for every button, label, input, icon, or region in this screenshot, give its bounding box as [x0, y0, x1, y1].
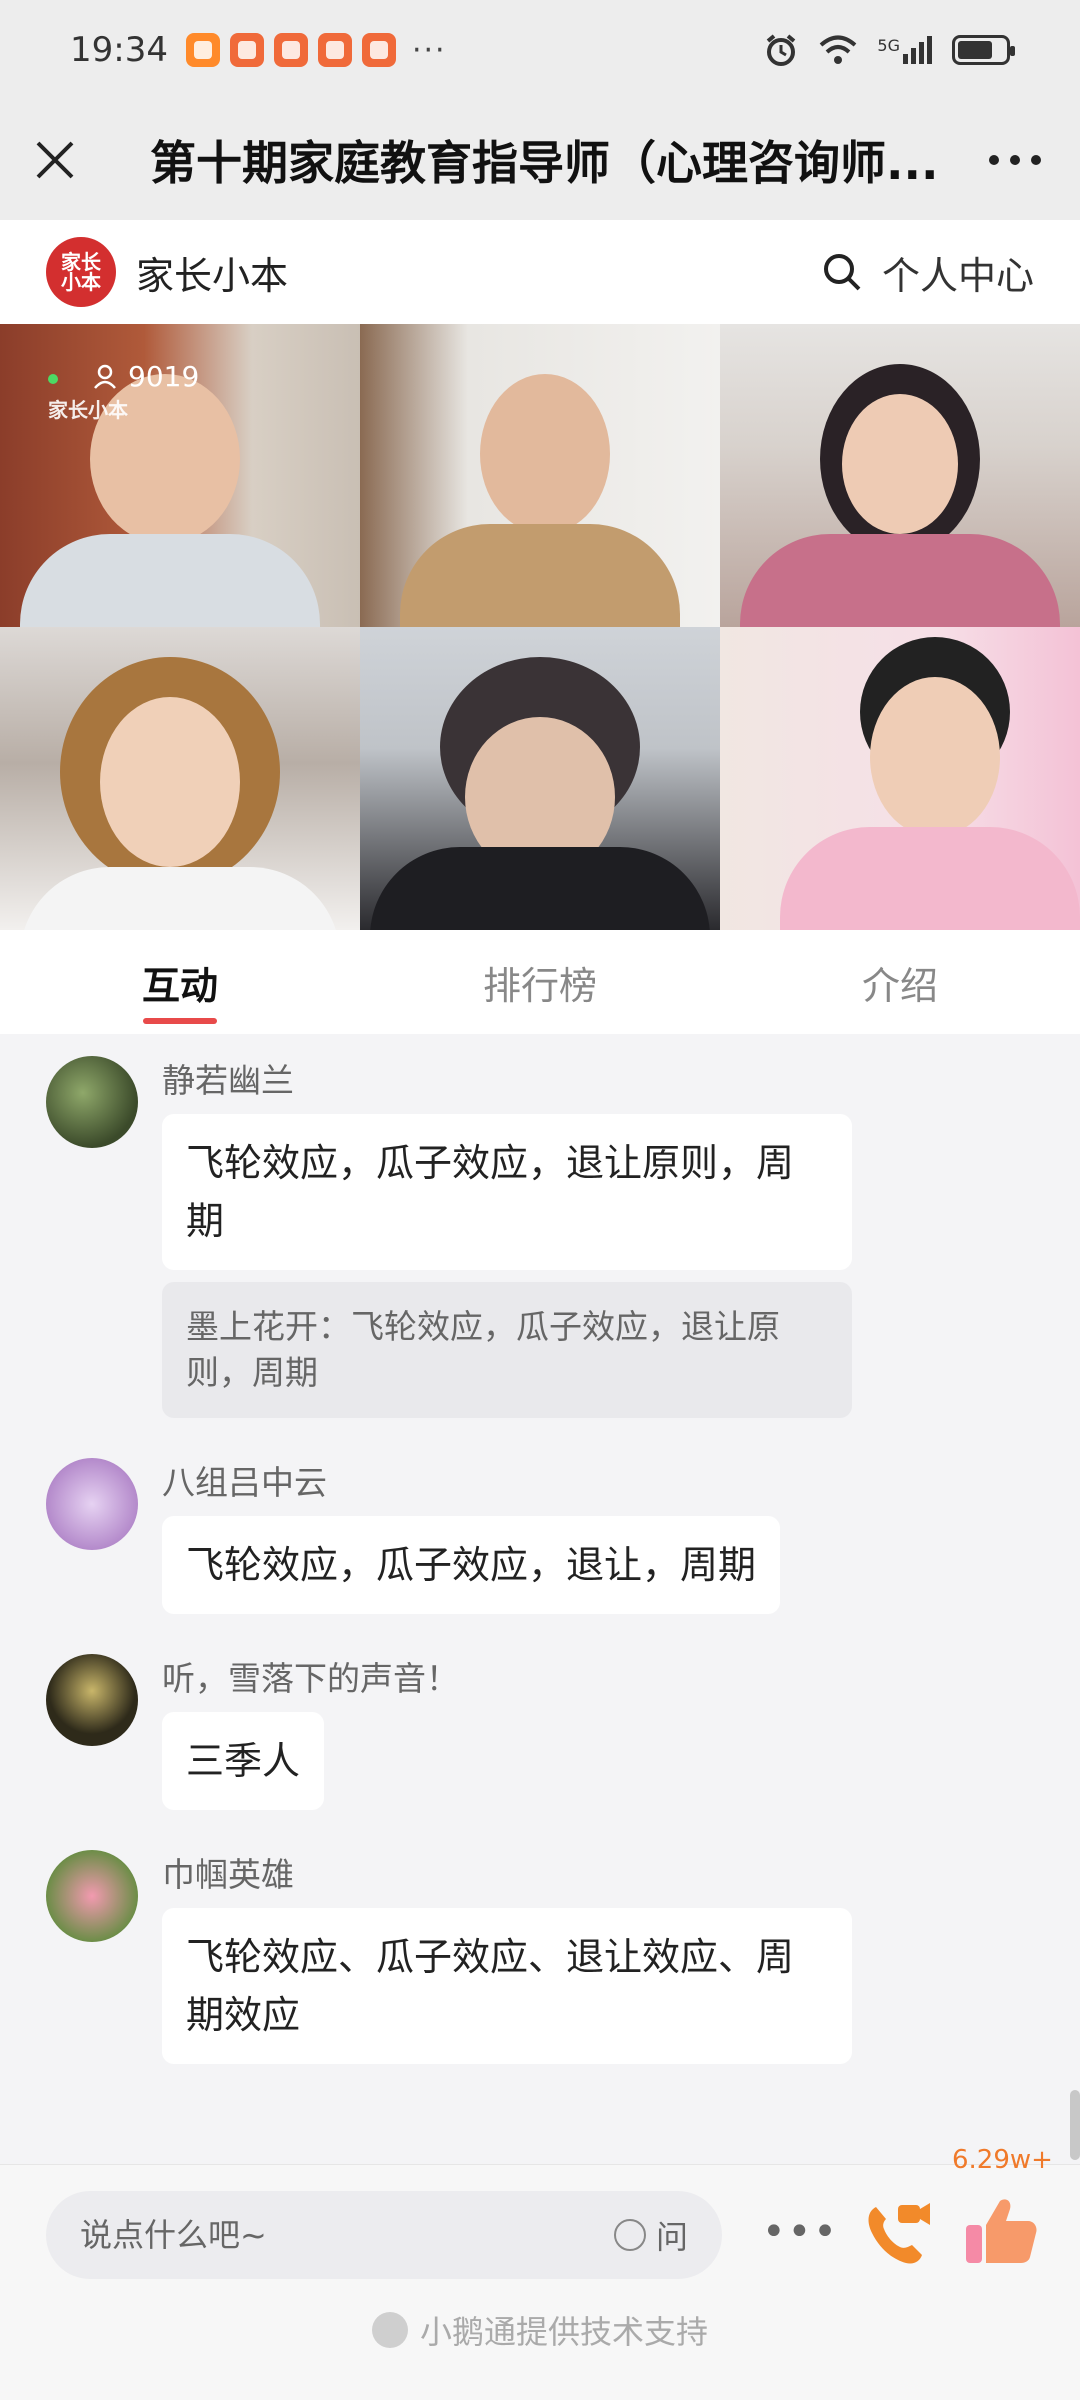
participant-body	[780, 827, 1080, 930]
xiaoetong-logo-icon	[371, 2312, 408, 2348]
video-grid[interactable]: 9019 家长小本	[0, 324, 1080, 930]
status-right: 5G	[763, 32, 1015, 68]
app-notification-icon	[229, 33, 264, 67]
quoted-message: 墨上花开：飞轮效应，瓜子效应，退让原则，周期	[162, 1282, 852, 1418]
battery-icon	[952, 35, 1015, 65]
video-tile-participant[interactable]	[720, 627, 1080, 930]
chat-message: 巾帼英雄 飞轮效应、瓜子效应、退让效应、周期效应	[0, 1850, 1080, 2064]
shield-app-icon	[185, 33, 220, 67]
status-time: 19:34	[70, 30, 168, 70]
sender-name: 巾帼英雄	[162, 1855, 294, 1894]
video-tile-participant[interactable]	[0, 627, 360, 930]
close-icon	[36, 141, 74, 179]
notification-icons: ···	[185, 32, 447, 68]
sender-name: 听，雪落下的声音！	[162, 1659, 459, 1698]
network-type-label: 5G	[877, 36, 900, 55]
comment-input-box[interactable]: 问	[46, 2191, 722, 2279]
tab-introduction[interactable]: 介绍	[720, 930, 1080, 1034]
wifi-icon	[820, 35, 857, 64]
brand-name[interactable]: 家长小本	[136, 245, 288, 300]
powered-by: 小鹅通提供技术支持	[0, 2307, 1080, 2353]
video-tile-host[interactable]: 9019 家长小本	[0, 324, 360, 627]
bottom-bar: 问 ••• 6.29w+ 小鹅通提供技术支持	[0, 2145, 1080, 2400]
close-button[interactable]	[0, 100, 110, 220]
video-tile-participant[interactable]	[360, 627, 720, 930]
more-actions-button[interactable]: •••	[762, 2209, 839, 2255]
participant-body	[740, 534, 1060, 627]
alarm-icon	[767, 34, 796, 66]
tab-bar: 互动 排行榜 介绍	[0, 930, 1080, 1034]
app-notification-icon	[273, 33, 308, 67]
signal-icon: 5G	[877, 36, 932, 64]
thumbs-up-icon[interactable]	[960, 2191, 1040, 2271]
chat-message: 静若幽兰 飞轮效应，瓜子效应，退让原则，周期 墨上花开：飞轮效应，瓜子效应，退让…	[0, 1056, 1080, 1418]
viewer-count-badge: 9019	[42, 360, 199, 393]
more-icon	[989, 155, 1041, 165]
like-count: 6.29w+	[952, 2145, 1053, 2175]
chat-list[interactable]: 静若幽兰 飞轮效应，瓜子效应，退让原则，周期 墨上花开：飞轮效应，瓜子效应，退让…	[0, 1034, 1080, 2164]
chat-message: 八组吕中云 飞轮效应，瓜子效应，退让，周期	[0, 1458, 1080, 1614]
participant-body	[400, 524, 680, 627]
powered-by-text: 小鹅通提供技术支持	[419, 2313, 708, 2351]
ask-label: 问	[655, 2218, 688, 2256]
avatar[interactable]	[46, 1654, 138, 1746]
participant-face	[100, 697, 240, 867]
brand-logo-text: 家长小本	[61, 250, 101, 294]
participant-body	[20, 534, 320, 627]
sender-name: 静若幽兰	[162, 1061, 294, 1100]
video-tile-participant[interactable]	[360, 324, 720, 627]
avatar[interactable]	[46, 1458, 138, 1550]
message-bubble: 飞轮效应，瓜子效应，退让原则，周期	[162, 1114, 852, 1270]
video-watermark: 家长小本	[48, 398, 128, 422]
search-icon[interactable]	[822, 252, 862, 292]
video-call-icon[interactable]	[858, 2197, 934, 2273]
video-tile-participant[interactable]	[720, 324, 1080, 627]
chat-message: 听，雪落下的声音！ 三季人	[0, 1654, 1080, 1810]
brand-actions: 个人中心	[822, 245, 1034, 300]
ask-question-toggle[interactable]: 问	[613, 2212, 688, 2258]
participant-body	[370, 847, 710, 930]
comment-input[interactable]	[80, 2216, 560, 2254]
message-bubble: 飞轮效应，瓜子效应，退让，周期	[162, 1516, 781, 1614]
status-bar: 19:34 ··· 5G	[0, 0, 1080, 100]
app-notification-icon	[361, 33, 396, 67]
tab-interaction[interactable]: 互动	[0, 930, 360, 1034]
viewer-count: 9019	[128, 360, 200, 393]
participant-body	[20, 867, 340, 930]
scrollbar[interactable]	[1070, 2090, 1080, 2160]
brand-bar: 家长小本 家长小本 个人中心	[0, 220, 1080, 324]
ask-radio-icon[interactable]	[613, 2219, 646, 2251]
avatar[interactable]	[46, 1056, 138, 1148]
personal-center-link[interactable]: 个人中心	[882, 245, 1034, 300]
page-title: 第十期家庭教育指导师（心理咨询师...	[150, 136, 939, 190]
participant-head	[480, 374, 610, 534]
app-notification-icon	[317, 33, 352, 67]
more-options-button[interactable]	[950, 100, 1080, 220]
viewers-icon	[94, 364, 116, 389]
brand-logo[interactable]: 家长小本	[46, 237, 116, 307]
message-bubble: 三季人	[162, 1712, 325, 1810]
more-notifications-icon: ···	[411, 32, 447, 68]
participant-face	[842, 394, 958, 534]
title-bar: 第十期家庭教育指导师（心理咨询师...	[0, 100, 1080, 220]
message-bubble: 飞轮效应、瓜子效应、退让效应、周期效应	[162, 1908, 852, 2064]
tab-ranking[interactable]: 排行榜	[360, 930, 720, 1034]
avatar[interactable]	[46, 1850, 138, 1942]
participant-face	[870, 677, 1000, 837]
sender-name: 八组吕中云	[162, 1463, 327, 1502]
